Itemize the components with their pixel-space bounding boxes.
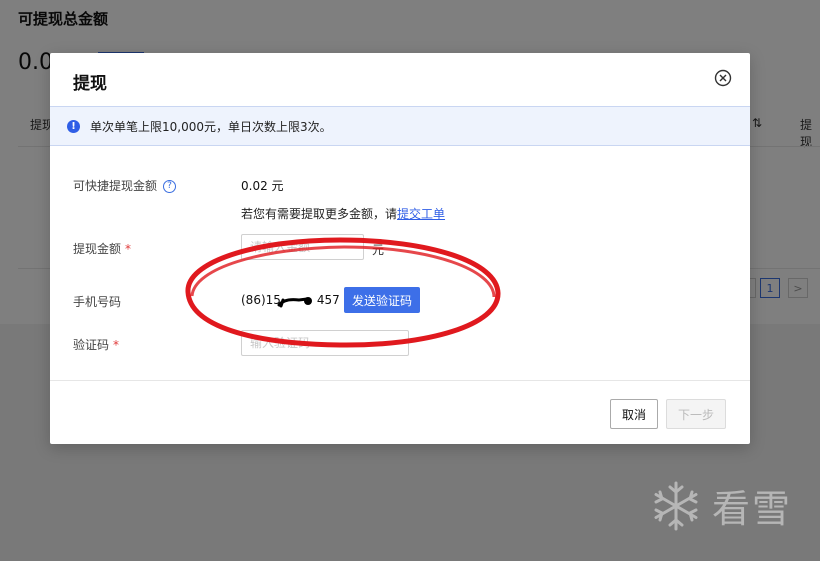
phone-prefix: (86)15 (241, 293, 281, 307)
snowflake-icon (654, 481, 698, 530)
code-label: 验证码 * (73, 336, 119, 353)
amount-unit: 元 (372, 243, 385, 257)
withdraw-amount-input[interactable] (241, 234, 364, 260)
required-mark: * (125, 242, 132, 256)
withdraw-amount-label-text: 提现金额 (73, 242, 122, 256)
phone-label: 手机号码 (73, 295, 122, 309)
required-mark: * (113, 338, 120, 352)
quick-amount-label-text: 可快捷提现金额 (73, 179, 158, 193)
next-step-button[interactable]: 下一步 (666, 399, 726, 429)
close-circle-icon[interactable] (714, 69, 732, 87)
phone-redaction-mark (277, 297, 312, 308)
modal-header: 提现 (50, 53, 750, 105)
hint-text: 若您有需要提取更多金额，请 (241, 207, 398, 221)
cancel-button[interactable]: 取消 (610, 399, 658, 429)
withdraw-modal: 提现 ! 单次单笔上限10,000元，单日次数上限3次。 可快捷提现金额? 0.… (50, 53, 750, 444)
info-icon: ! (67, 120, 80, 133)
quick-amount-value: 0.02 元 (241, 179, 284, 193)
footer-divider (50, 380, 750, 381)
modal-title: 提现 (73, 74, 107, 94)
verification-code-input[interactable] (241, 330, 409, 356)
code-label-text: 验证码 (73, 338, 110, 352)
limit-notice: ! 单次单笔上限10,000元，单日次数上限3次。 (50, 106, 750, 146)
withdraw-amount-label: 提现金额 * (73, 240, 131, 257)
send-code-button[interactable]: 发送验证码 (344, 287, 420, 313)
watermark-text: 看雪 (712, 487, 793, 531)
watermark: 看雪 (650, 478, 792, 533)
question-icon[interactable]: ? (163, 180, 177, 193)
quick-amount-label: 可快捷提现金额? (73, 177, 177, 194)
more-amount-hint: 若您有需要提取更多金额，请提交工单 (241, 205, 445, 222)
phone-suffix: 457 (316, 293, 340, 307)
notice-text: 单次单笔上限10,000元，单日次数上限3次。 (90, 120, 332, 134)
submit-ticket-link[interactable]: 提交工单 (397, 207, 445, 221)
